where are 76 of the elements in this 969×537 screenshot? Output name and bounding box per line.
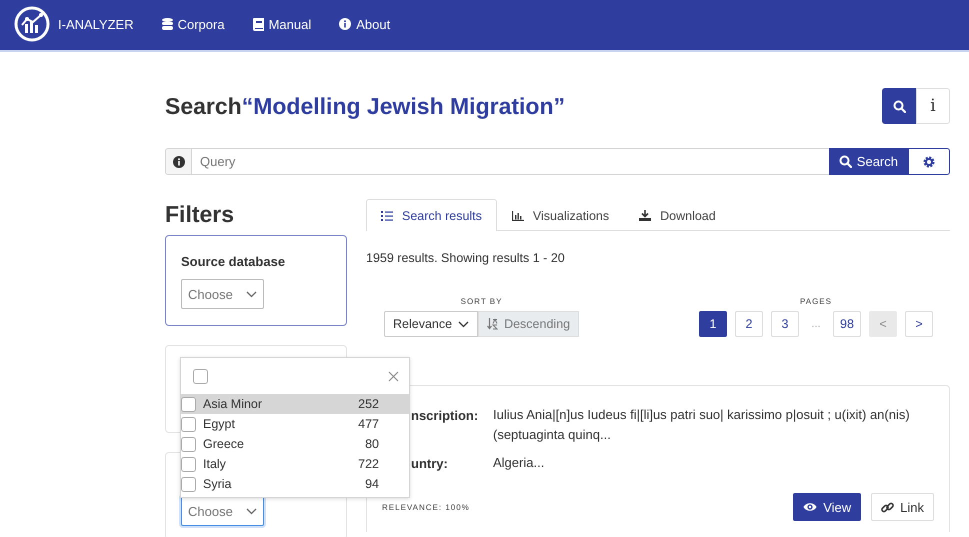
checkbox[interactable] bbox=[181, 456, 196, 472]
sort-descending-icon bbox=[487, 318, 498, 330]
relevance-label: RELEVANCE: 100% bbox=[382, 502, 471, 512]
page-button[interactable]: 98 bbox=[833, 311, 861, 337]
link-button[interactable]: Link bbox=[871, 493, 934, 521]
option-label: Syria bbox=[203, 477, 232, 491]
option-label: Greece bbox=[203, 437, 245, 451]
info-icon bbox=[339, 18, 352, 30]
link-icon bbox=[881, 500, 894, 514]
checkbox[interactable] bbox=[181, 476, 196, 492]
checkbox[interactable] bbox=[181, 436, 196, 452]
field-value: Iulius Ania|[n]us Iudeus fi|[li]us patri suo| karissimo p|osuit ; u(ixit) an(nis) (septuaginta quinq... bbox=[493, 406, 911, 444]
sort-label: SORT BY bbox=[460, 297, 502, 306]
dropdown-option[interactable]: Italy 722 bbox=[181, 454, 409, 474]
view-button[interactable]: View bbox=[793, 493, 862, 521]
filter-select[interactable]: Choose bbox=[181, 279, 264, 309]
settings-button[interactable] bbox=[908, 148, 950, 175]
field-label: untry: bbox=[411, 456, 448, 471]
option-count: 94 bbox=[365, 477, 379, 491]
info-icon bbox=[172, 156, 184, 168]
page-button[interactable]: 3 bbox=[771, 311, 799, 337]
dropdown-option[interactable]: Greece 80 bbox=[181, 434, 409, 454]
page-button[interactable]: 2 bbox=[735, 311, 763, 337]
close-icon bbox=[388, 370, 399, 382]
list-icon bbox=[381, 210, 393, 220]
option-count: 252 bbox=[358, 397, 379, 411]
select-all-checkbox[interactable] bbox=[193, 368, 208, 384]
search-icon bbox=[892, 100, 906, 112]
brand-name[interactable]: I-ANALYZER bbox=[58, 16, 134, 32]
tab[interactable]: Visualizations bbox=[496, 199, 624, 231]
chevron-down-icon bbox=[458, 320, 470, 328]
eye-icon bbox=[803, 502, 818, 512]
dropdown-option[interactable]: Asia Minor 252 bbox=[181, 394, 409, 414]
query-help-button[interactable] bbox=[165, 148, 192, 175]
nav-link[interactable]: Corpora bbox=[162, 16, 225, 32]
option-count: 477 bbox=[358, 417, 379, 431]
settings-icon bbox=[923, 156, 935, 168]
filter-select[interactable]: Choose bbox=[181, 496, 264, 526]
field-value: Algeria... bbox=[493, 454, 546, 472]
option-count: 80 bbox=[365, 437, 379, 451]
tab[interactable]: Download bbox=[624, 199, 731, 231]
field-label: nscription: bbox=[411, 408, 478, 423]
sort-field-select[interactable]: Relevance bbox=[384, 311, 478, 337]
results-summary: 1959 results. Showing results 1 - 20 bbox=[366, 251, 566, 265]
filters-heading: Filters bbox=[165, 200, 236, 229]
search-button[interactable] bbox=[882, 88, 916, 124]
book-icon bbox=[252, 18, 264, 30]
chevron-down-icon bbox=[246, 508, 257, 514]
tab[interactable]: Search results bbox=[366, 199, 497, 231]
dropdown-option[interactable]: Egypt 477 bbox=[181, 414, 409, 434]
search-icon bbox=[838, 155, 852, 168]
dropdown-option[interactable]: Syria 94 bbox=[181, 474, 409, 494]
close-button[interactable] bbox=[388, 370, 399, 382]
search-button[interactable]: Search bbox=[828, 148, 908, 175]
option-label: Italy bbox=[203, 457, 227, 471]
filter-title: Source database bbox=[181, 254, 286, 269]
bar-chart-icon bbox=[512, 210, 524, 220]
page-button[interactable]: 1 bbox=[699, 311, 727, 337]
database-icon bbox=[162, 18, 173, 30]
chart-logo-icon bbox=[14, 6, 50, 42]
chevron-down-icon bbox=[246, 290, 257, 298]
query-field[interactable]: Query bbox=[192, 148, 829, 175]
option-label: Egypt bbox=[203, 417, 236, 431]
sort-direction-button[interactable]: Descending bbox=[478, 311, 580, 337]
nav-link[interactable]: About bbox=[339, 16, 390, 32]
page-button[interactable]: > bbox=[905, 311, 933, 337]
nav-link[interactable]: Manual bbox=[252, 16, 312, 32]
option-count: 722 bbox=[358, 457, 379, 471]
pages-label: PAGES bbox=[800, 297, 832, 306]
checkbox[interactable] bbox=[181, 416, 196, 432]
checkbox[interactable] bbox=[181, 396, 196, 412]
info-button[interactable]: i bbox=[916, 88, 950, 124]
page-ellipsis: ... bbox=[810, 318, 822, 330]
page-title: Search“Modelling Jewish Migration” bbox=[165, 92, 566, 120]
option-label: Asia Minor bbox=[203, 397, 264, 411]
download-icon bbox=[639, 210, 652, 221]
